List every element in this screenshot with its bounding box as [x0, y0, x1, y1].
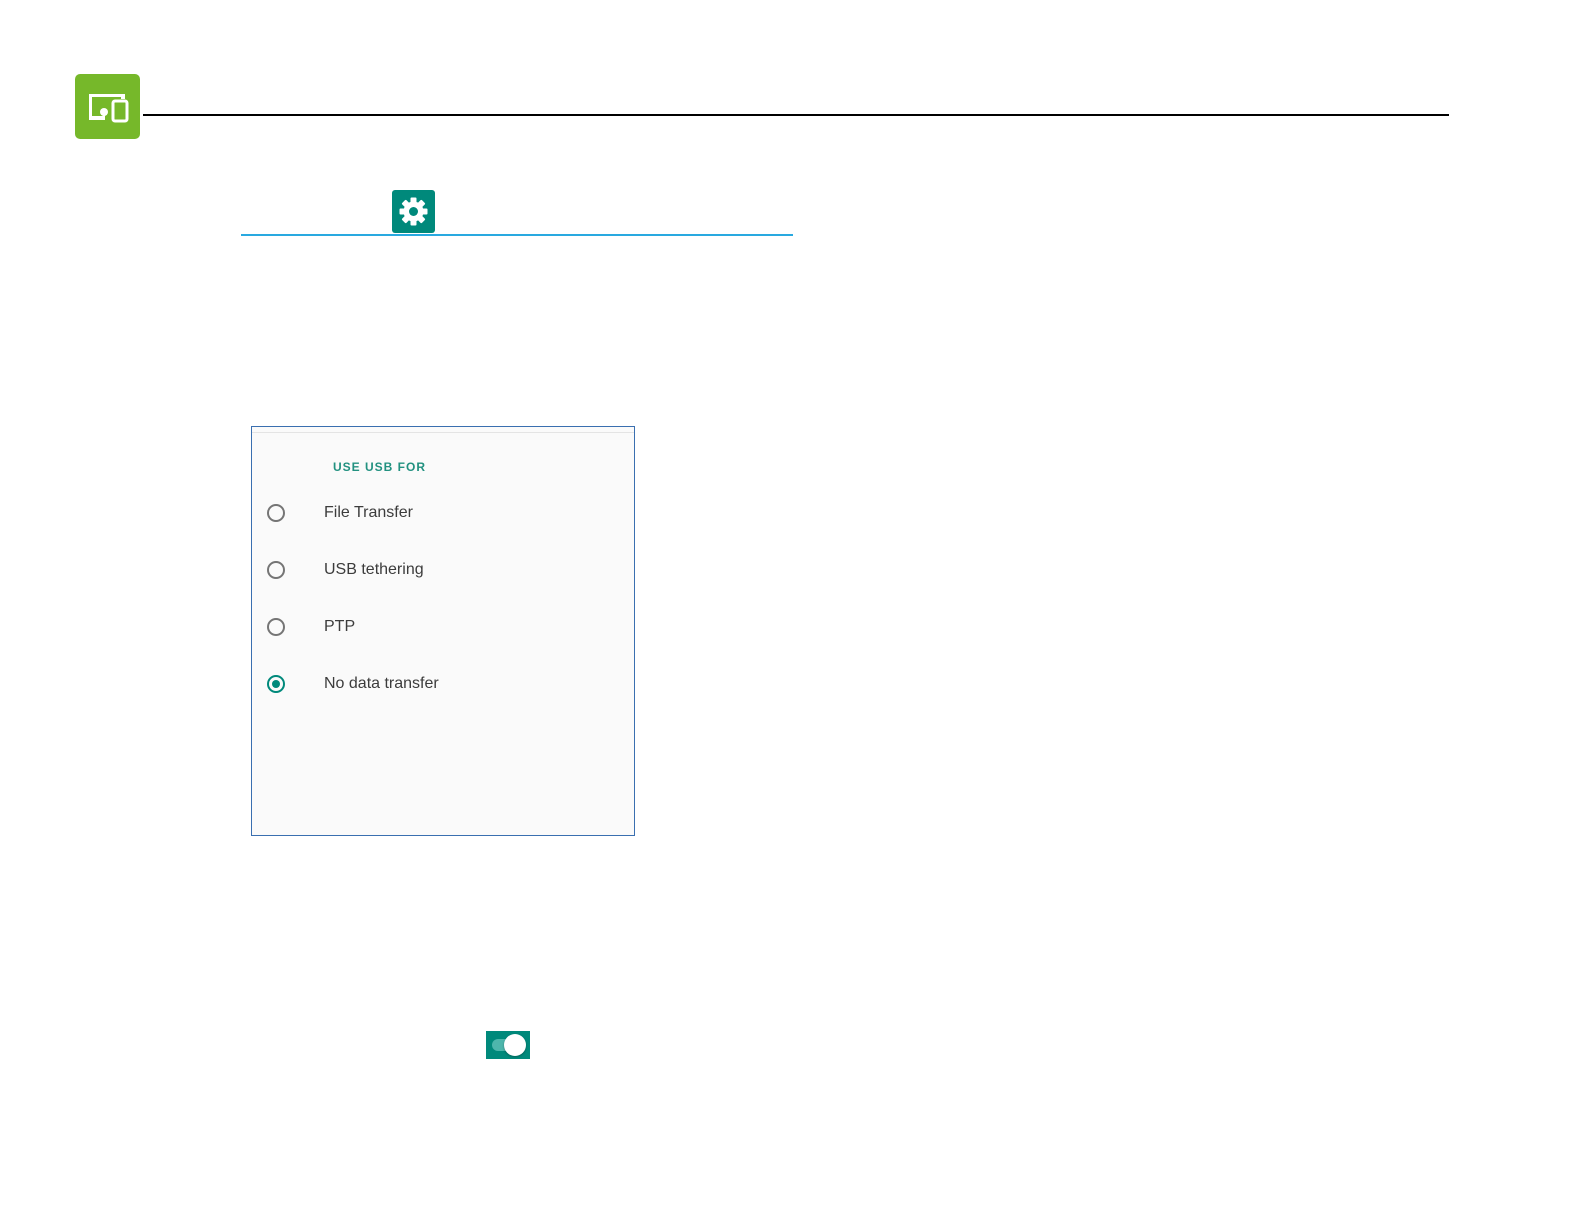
- section-divider: [241, 234, 793, 236]
- header-divider: [143, 114, 1449, 116]
- gear-icon: [392, 190, 435, 233]
- radio-button[interactable]: [267, 504, 285, 522]
- toggle-switch[interactable]: [486, 1031, 530, 1059]
- radio-button[interactable]: [267, 618, 285, 636]
- option-usb-tethering[interactable]: USB tethering: [267, 557, 607, 583]
- use-usb-for-heading: USE USB FOR: [333, 460, 427, 474]
- toggle-thumb: [504, 1034, 526, 1056]
- option-label: PTP: [324, 618, 356, 635]
- option-ptp[interactable]: PTP: [267, 614, 607, 640]
- devices-icon: [75, 74, 140, 139]
- option-label: No data transfer: [324, 675, 439, 692]
- usb-options-panel: USE USB FOR File Transfer USB tethering …: [251, 426, 635, 836]
- radio-button[interactable]: [267, 561, 285, 579]
- option-no-data-transfer[interactable]: No data transfer: [267, 671, 607, 697]
- panel-top-divider: [252, 432, 634, 433]
- option-label: File Transfer: [324, 504, 413, 521]
- option-label: USB tethering: [324, 561, 424, 578]
- radio-button-selected[interactable]: [267, 675, 285, 693]
- option-file-transfer[interactable]: File Transfer: [267, 500, 607, 526]
